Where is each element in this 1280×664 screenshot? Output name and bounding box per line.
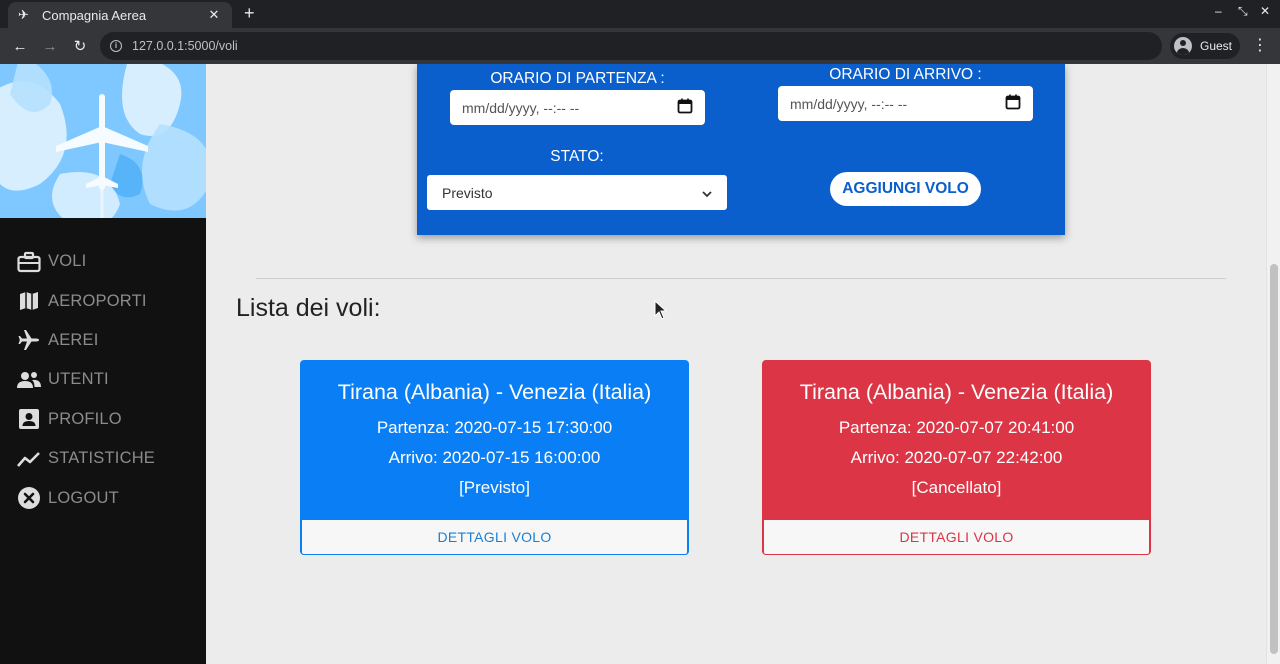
sidebar-item-aerei[interactable]: AEREI [0, 321, 206, 360]
reload-icon[interactable]: ↻ [65, 37, 95, 55]
flight-arrival: Arrivo: 2020-07-07 22:42:00 [850, 448, 1063, 467]
profile-button[interactable]: Guest [1170, 33, 1240, 59]
sidebar-item-label: PROFILO [48, 409, 122, 428]
sidebar: VOLI AEROPORTI AEREI UTENTI PROFILO STAT… [0, 64, 206, 664]
page-content: VOLI AEROPORTI AEREI UTENTI PROFILO STAT… [0, 64, 1280, 664]
sidebar-item-label: AEROPORTI [48, 291, 147, 310]
flight-details-button[interactable]: DETTAGLI VOLO [763, 519, 1150, 554]
sidebar-item-label: VOLI [48, 252, 87, 271]
map-icon [17, 289, 41, 313]
chevron-down-icon [702, 185, 712, 201]
flight-status: [Cancellato] [911, 478, 1002, 497]
departure-datetime-input[interactable]: mm/dd/yyyy, --:-- -- [450, 90, 705, 125]
info-icon[interactable]: i [110, 40, 122, 52]
flight-details-button[interactable]: DETTAGLI VOLO [301, 519, 688, 554]
flight-card-body: Tirana (Albania) - Venezia (Italia) Part… [763, 361, 1150, 519]
profile-card-icon [17, 407, 41, 431]
plane-favicon-icon: ✈ [18, 7, 29, 22]
flight-card: Tirana (Albania) - Venezia (Italia) Part… [762, 360, 1151, 555]
divider [256, 278, 1226, 279]
address-bar[interactable]: i 127.0.0.1:5000/voli [100, 32, 1162, 60]
browser-tab-bar: ✈ Compagnia Aerea ✕ + – ⤡ ✕ [0, 0, 1280, 28]
briefcase-icon [17, 250, 41, 274]
status-select[interactable]: Previsto [427, 175, 727, 210]
status-label: STATO: [550, 148, 604, 165]
flight-route: Tirana (Albania) - Venezia (Italia) [799, 380, 1114, 404]
sidebar-item-voli[interactable]: VOLI [0, 242, 206, 281]
close-window-icon[interactable]: ✕ [1260, 4, 1270, 18]
status-selected-value: Previsto [442, 184, 493, 201]
arrival-label: ORARIO DI ARRIVO : [829, 66, 982, 83]
page-scrollbar[interactable] [1266, 64, 1280, 664]
flight-status: [Previsto] [459, 478, 530, 497]
add-flight-button[interactable]: AGGIUNGI VOLO [830, 172, 981, 206]
users-icon [17, 368, 41, 392]
sidebar-nav: VOLI AEROPORTI AEREI UTENTI PROFILO STAT… [0, 242, 206, 518]
sidebar-item-label: STATISTICHE [48, 449, 156, 468]
add-flight-form: ORARIO DI PARTENZA : mm/dd/yyyy, --:-- -… [417, 64, 1065, 235]
sidebar-item-aeroporti[interactable]: AEROPORTI [0, 281, 206, 320]
sidebar-item-label: AEREI [48, 330, 99, 349]
flight-list-title: Lista dei voli: [236, 294, 381, 322]
browser-menu-icon[interactable]: ⋮ [1252, 35, 1268, 55]
calendar-icon[interactable] [1005, 94, 1021, 113]
sidebar-item-logout[interactable]: LOGOUT [0, 478, 206, 517]
close-tab-icon[interactable]: ✕ [206, 7, 222, 23]
plane-icon [17, 328, 41, 352]
sidebar-item-statistiche[interactable]: STATISTICHE [0, 439, 206, 478]
flight-departure: Partenza: 2020-07-15 17:30:00 [376, 418, 613, 437]
new-tab-icon[interactable]: + [244, 3, 255, 24]
sidebar-item-label: UTENTI [48, 370, 109, 389]
sidebar-item-label: LOGOUT [48, 488, 119, 507]
chart-line-icon [17, 447, 41, 471]
restore-icon[interactable]: ⤡ [1238, 4, 1248, 19]
forward-icon[interactable]: → [35, 38, 65, 55]
sidebar-banner-airplane-image [0, 64, 206, 218]
flight-route: Tirana (Albania) - Venezia (Italia) [337, 380, 652, 404]
arrival-placeholder: mm/dd/yyyy, --:-- -- [790, 95, 908, 112]
flight-arrival: Arrivo: 2020-07-15 16:00:00 [388, 448, 601, 467]
flight-card: Tirana (Albania) - Venezia (Italia) Part… [300, 360, 689, 555]
back-icon[interactable]: ← [5, 38, 35, 55]
profile-avatar-icon [1174, 37, 1192, 55]
tab-title: Compagnia Aerea [42, 7, 147, 23]
logout-icon [17, 486, 41, 510]
sidebar-item-profilo[interactable]: PROFILO [0, 400, 206, 439]
minimize-icon[interactable]: – [1215, 4, 1222, 18]
browser-tab[interactable]: ✈ Compagnia Aerea ✕ [8, 2, 232, 28]
mouse-cursor-icon [654, 300, 668, 320]
departure-placeholder: mm/dd/yyyy, --:-- -- [462, 99, 580, 116]
arrival-datetime-input[interactable]: mm/dd/yyyy, --:-- -- [778, 86, 1033, 121]
browser-toolbar: ← → ↻ i 127.0.0.1:5000/voli Guest ⋮ [0, 28, 1280, 64]
departure-label: ORARIO DI PARTENZA : [490, 70, 665, 87]
url-text: 127.0.0.1:5000/voli [132, 39, 238, 53]
flight-departure: Partenza: 2020-07-07 20:41:00 [838, 418, 1075, 437]
sidebar-item-utenti[interactable]: UTENTI [0, 360, 206, 399]
scrollbar-thumb[interactable] [1270, 264, 1278, 654]
flight-card-body: Tirana (Albania) - Venezia (Italia) Part… [301, 361, 688, 519]
profile-label: Guest [1200, 39, 1233, 53]
calendar-icon[interactable] [677, 98, 693, 117]
